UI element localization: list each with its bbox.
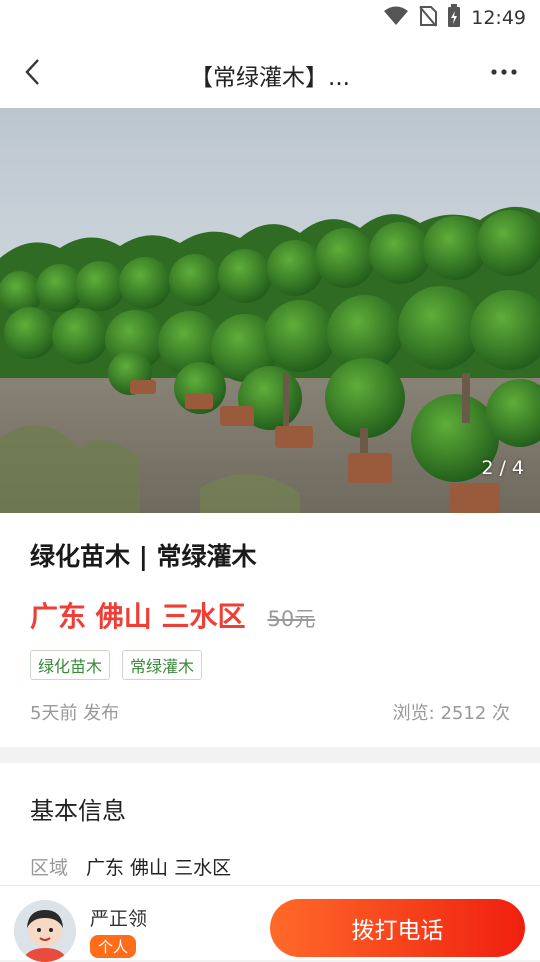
nav-bar: 【常绿灌木】... — [0, 36, 540, 108]
listing-info-card: 绿化苗木 | 常绿灌木 广东 佛山 三水区 50元 绿化苗木 常绿灌木 5天前 … — [0, 513, 540, 747]
tag-item: 绿化苗木 — [30, 650, 111, 680]
price-row: 广东 佛山 三水区 50元 — [30, 595, 315, 635]
call-button[interactable]: 拨打电话 — [270, 899, 525, 957]
listing-location: 广东 佛山 三水区 — [30, 600, 246, 633]
seller-type-badge: 个人 — [90, 935, 137, 958]
seller-avatar[interactable] — [14, 900, 76, 962]
basic-info-card: 基本信息 区域 广东 佛山 三水区 — [0, 763, 540, 885]
product-photo — [0, 108, 540, 513]
tag-list: 绿化苗木 常绿灌木 — [30, 650, 203, 680]
posted-time: 5天前 发布 — [30, 703, 120, 724]
region-label: 区域 — [30, 857, 69, 879]
region-row: 区域 广东 佛山 三水区 — [30, 853, 231, 880]
battery-icon — [447, 4, 461, 32]
status-bar: 12:49 — [0, 0, 540, 36]
seller-name: 严正领 — [90, 908, 148, 930]
avatar-icon — [14, 900, 76, 962]
wifi-icon — [383, 6, 409, 30]
tag-item: 常绿灌木 — [122, 650, 203, 680]
status-time: 12:49 — [471, 7, 526, 29]
bottom-action-bar: 严正领 个人 拨打电话 — [0, 885, 540, 962]
more-dots-icon — [491, 69, 517, 75]
region-value: 广东 佛山 三水区 — [86, 857, 232, 879]
basic-info-title: 基本信息 — [30, 797, 126, 825]
original-price: 50元 — [267, 607, 316, 631]
image-pager: 2 / 4 — [481, 457, 524, 479]
no-sim-icon — [419, 5, 438, 31]
product-image-carousel[interactable]: 2 / 4 — [0, 108, 540, 513]
page-title: 【常绿灌木】... — [190, 65, 350, 91]
view-count: 浏览: 2512 次 — [392, 703, 510, 724]
meta-row: 5天前 发布 浏览: 2512 次 — [30, 699, 510, 725]
more-button[interactable] — [482, 50, 526, 94]
listing-title: 绿化苗木 | 常绿灌木 — [30, 542, 257, 571]
